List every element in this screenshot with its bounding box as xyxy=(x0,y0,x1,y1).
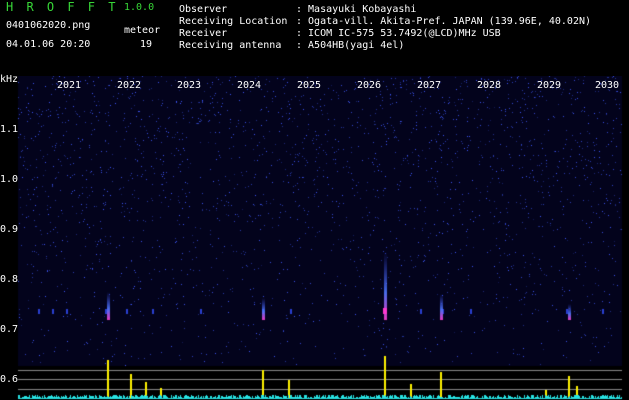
antenna-label: Receiving antenna xyxy=(179,40,282,51)
x-tick-label: 2024 xyxy=(237,80,262,91)
observer-value: : Masayuki Kobayashi xyxy=(296,4,417,15)
meteor-count-value: 19 xyxy=(140,39,153,50)
y-tick-label: 0.9 xyxy=(0,224,19,235)
spectrogram-plot xyxy=(0,76,629,400)
receiver-label: Receiver xyxy=(179,28,228,39)
y-axis-unit-label: kHz xyxy=(0,74,19,85)
observer-label: Observer xyxy=(179,4,228,15)
y-tick-label: 1.1 xyxy=(0,124,19,135)
location-label: Receiving Location xyxy=(179,16,288,27)
app-title: H R O F F T xyxy=(6,0,119,14)
y-tick-label: 0.8 xyxy=(0,274,19,285)
x-tick-label: 2026 xyxy=(357,80,382,91)
capture-timestamp: 04.01.06 20:20 xyxy=(6,39,91,50)
x-tick-label: 2022 xyxy=(117,80,142,91)
x-tick-label: 2023 xyxy=(177,80,202,91)
x-tick-label: 2028 xyxy=(477,80,502,91)
x-tick-label: 2021 xyxy=(57,80,82,91)
location-value: : Ogata-vill. Akita-Pref. JAPAN (139.96E… xyxy=(296,16,592,27)
x-tick-label: 2029 xyxy=(537,80,562,91)
y-tick-label: 0.6 xyxy=(0,374,19,385)
y-tick-label: 0.7 xyxy=(0,324,19,335)
receiver-value: : ICOM IC-575 53.7492(@LCD)MHz USB xyxy=(296,28,501,39)
antenna-value: : A504HB(yagi 4el) xyxy=(296,40,405,51)
x-tick-label: 2025 xyxy=(297,80,322,91)
x-tick-label: 2030 xyxy=(595,80,620,91)
app-version: 1.0.0 xyxy=(124,2,155,13)
y-tick-label: 1.0 xyxy=(0,174,19,185)
meteor-count-label: meteor xyxy=(124,25,161,36)
image-filename: 0401062020.png xyxy=(6,20,91,31)
x-tick-label: 2027 xyxy=(417,80,442,91)
